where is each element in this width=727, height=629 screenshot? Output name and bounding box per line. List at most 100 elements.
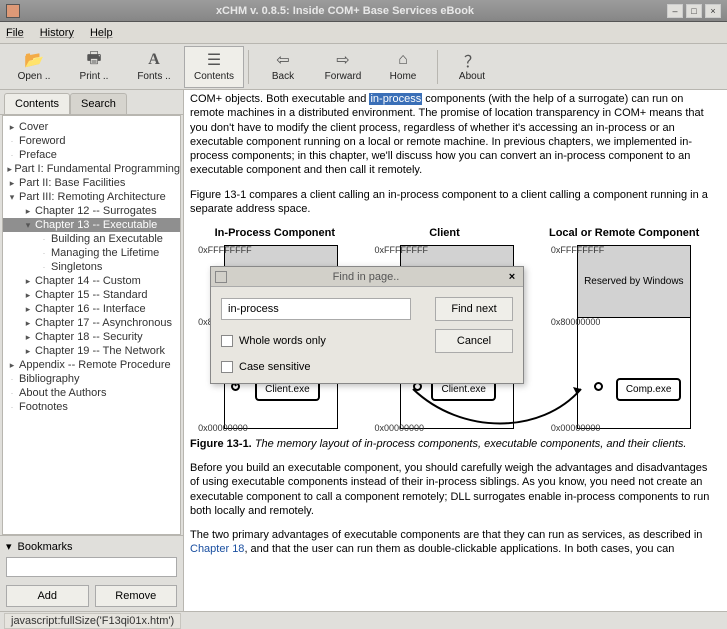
tree-item-label: Foreword	[19, 135, 65, 147]
bullet-icon: ·	[39, 262, 49, 272]
tree-item[interactable]: ·Preface	[3, 148, 180, 162]
chevron-right-icon: ▸	[23, 346, 33, 357]
tree-item[interactable]: ▸Part II: Base Facilities	[3, 176, 180, 190]
home-button[interactable]: ⌂Home	[373, 46, 433, 88]
dialog-title: Find in page..	[227, 271, 505, 283]
bullet-icon: ·	[39, 248, 49, 258]
tree-item[interactable]: ▸Chapter 14 -- Custom	[3, 274, 180, 288]
forward-icon: ⇨	[334, 51, 352, 69]
statusbar: javascript:fullSize('F13qi01x.htm')	[0, 611, 727, 629]
tree-item[interactable]: ▸Chapter 15 -- Standard	[3, 288, 180, 302]
tree-item-label: Part I: Fundamental Programming	[14, 163, 180, 175]
minimize-button[interactable]: –	[667, 4, 683, 18]
tree-item[interactable]: ▸Chapter 18 -- Security	[3, 330, 180, 344]
tree-item[interactable]: ▸Cover	[3, 120, 180, 134]
tree-item-label: Singletons	[51, 261, 102, 273]
chevron-down-icon: ▾	[7, 192, 17, 203]
tree-item[interactable]: ▸Chapter 17 -- Asynchronous	[3, 316, 180, 330]
tree-item-label: Preface	[19, 149, 57, 161]
find-dialog: Find in page.. × Find next Whole words o…	[210, 266, 524, 384]
tree-item[interactable]: ▸Chapter 19 -- The Network	[3, 344, 180, 358]
remove-bookmark-button[interactable]: Remove	[95, 585, 178, 607]
contents-icon: ☰	[205, 51, 223, 69]
toolbar: 📂Open .. 🖶Print .. AFonts .. ☰Contents ⇦…	[0, 44, 727, 90]
maximize-button[interactable]: □	[686, 4, 702, 18]
bullet-icon: ·	[7, 136, 17, 146]
close-button[interactable]: ×	[705, 4, 721, 18]
tree-item-label: Part III: Remoting Architecture	[19, 191, 166, 203]
contents-tree[interactable]: ▸Cover·Foreword·Preface▸Part I: Fundamen…	[2, 115, 181, 535]
bookmarks-combo[interactable]	[6, 557, 177, 577]
about-button[interactable]: ？About	[442, 46, 502, 88]
paragraph: The two primary advantages of executable…	[190, 528, 719, 557]
forward-button[interactable]: ⇨Forward	[313, 46, 373, 88]
about-icon: ？	[463, 51, 481, 69]
tree-item[interactable]: ▸Chapter 12 -- Surrogates	[3, 204, 180, 218]
chevron-right-icon: ▸	[23, 206, 33, 217]
dialog-close-button[interactable]: ×	[505, 270, 519, 284]
bookmarks-header[interactable]: ▾ Bookmarks	[0, 535, 183, 555]
tree-item-label: Chapter 16 -- Interface	[35, 303, 146, 315]
menu-history[interactable]: History	[40, 27, 74, 39]
figure-caption: Figure 13-1. The memory layout of in-pro…	[190, 437, 719, 451]
menubar: File History Help	[0, 22, 727, 44]
paragraph: COM+ objects. Both executable and in-pro…	[190, 92, 719, 178]
tree-item[interactable]: ·Bibliography	[3, 372, 180, 386]
tree-item-label: Chapter 13 -- Executable	[35, 219, 157, 231]
paragraph: Before you build an executable component…	[190, 461, 719, 518]
tree-item-label: Chapter 19 -- The Network	[35, 345, 165, 357]
chevron-right-icon: ▸	[23, 276, 33, 287]
add-bookmark-button[interactable]: Add	[6, 585, 89, 607]
back-button[interactable]: ⇦Back	[253, 46, 313, 88]
chevron-right-icon: ▸	[7, 122, 17, 133]
tree-item[interactable]: ▾Part III: Remoting Architecture	[3, 190, 180, 204]
dialog-titlebar[interactable]: Find in page.. ×	[211, 267, 523, 287]
bookmarks-label: Bookmarks	[18, 541, 73, 553]
tree-item-label: Part II: Base Facilities	[19, 177, 125, 189]
bullet-icon: ·	[7, 150, 17, 160]
tree-item[interactable]: ·Managing the Lifetime	[3, 246, 180, 260]
tree-item[interactable]: ·Footnotes	[3, 400, 180, 414]
chevron-right-icon: ▸	[23, 318, 33, 329]
contents-button[interactable]: ☰Contents	[184, 46, 244, 88]
tree-item[interactable]: ·Foreword	[3, 134, 180, 148]
chevron-right-icon: ▸	[23, 304, 33, 315]
sidebar-tabs: Contents Search	[0, 90, 183, 115]
chevron-right-icon: ▸	[7, 360, 17, 371]
tree-item-label: Appendix -- Remote Procedure	[19, 359, 171, 371]
bullet-icon: ·	[7, 402, 17, 412]
print-button[interactable]: 🖶Print ..	[64, 46, 124, 88]
chevron-down-icon: ▾	[6, 540, 12, 553]
chevron-right-icon: ▸	[23, 332, 33, 343]
tab-contents[interactable]: Contents	[4, 93, 70, 114]
tree-item[interactable]: ·About the Authors	[3, 386, 180, 400]
chapter-link[interactable]: Chapter 18	[190, 543, 244, 555]
case-sensitive-checkbox[interactable]: Case sensitive	[221, 361, 425, 373]
tree-item[interactable]: ▸Chapter 16 -- Interface	[3, 302, 180, 316]
window-titlebar: xCHM v. 0.8.5: Inside COM+ Base Services…	[0, 0, 727, 22]
menu-help[interactable]: Help	[90, 27, 113, 39]
whole-words-checkbox[interactable]: Whole words only	[221, 335, 425, 347]
home-icon: ⌂	[394, 51, 412, 69]
comp-exe-box: Comp.exe	[616, 378, 682, 401]
fonts-icon: A	[145, 51, 163, 69]
open-button[interactable]: 📂Open ..	[4, 46, 64, 88]
tree-item[interactable]: ▾Chapter 13 -- Executable	[3, 218, 180, 232]
tree-item[interactable]: ▸Appendix -- Remote Procedure	[3, 358, 180, 372]
tree-item[interactable]: ▸Part I: Fundamental Programming	[3, 162, 180, 176]
tree-item-label: Managing the Lifetime	[51, 247, 159, 259]
bullet-icon: ·	[7, 374, 17, 384]
fonts-button[interactable]: AFonts ..	[124, 46, 184, 88]
cancel-button[interactable]: Cancel	[435, 329, 513, 353]
menu-file[interactable]: File	[6, 27, 24, 39]
tree-item[interactable]: ·Singletons	[3, 260, 180, 274]
tab-search[interactable]: Search	[70, 93, 127, 114]
window-title: xCHM v. 0.8.5: Inside COM+ Base Services…	[26, 5, 664, 17]
tree-item[interactable]: ·Building an Executable	[3, 232, 180, 246]
search-highlight: in-process	[369, 93, 422, 105]
tree-item-label: Chapter 14 -- Custom	[35, 275, 141, 287]
find-next-button[interactable]: Find next	[435, 297, 513, 321]
find-input[interactable]	[221, 298, 411, 320]
tree-item-label: Bibliography	[19, 373, 80, 385]
chevron-right-icon: ▸	[7, 164, 12, 175]
